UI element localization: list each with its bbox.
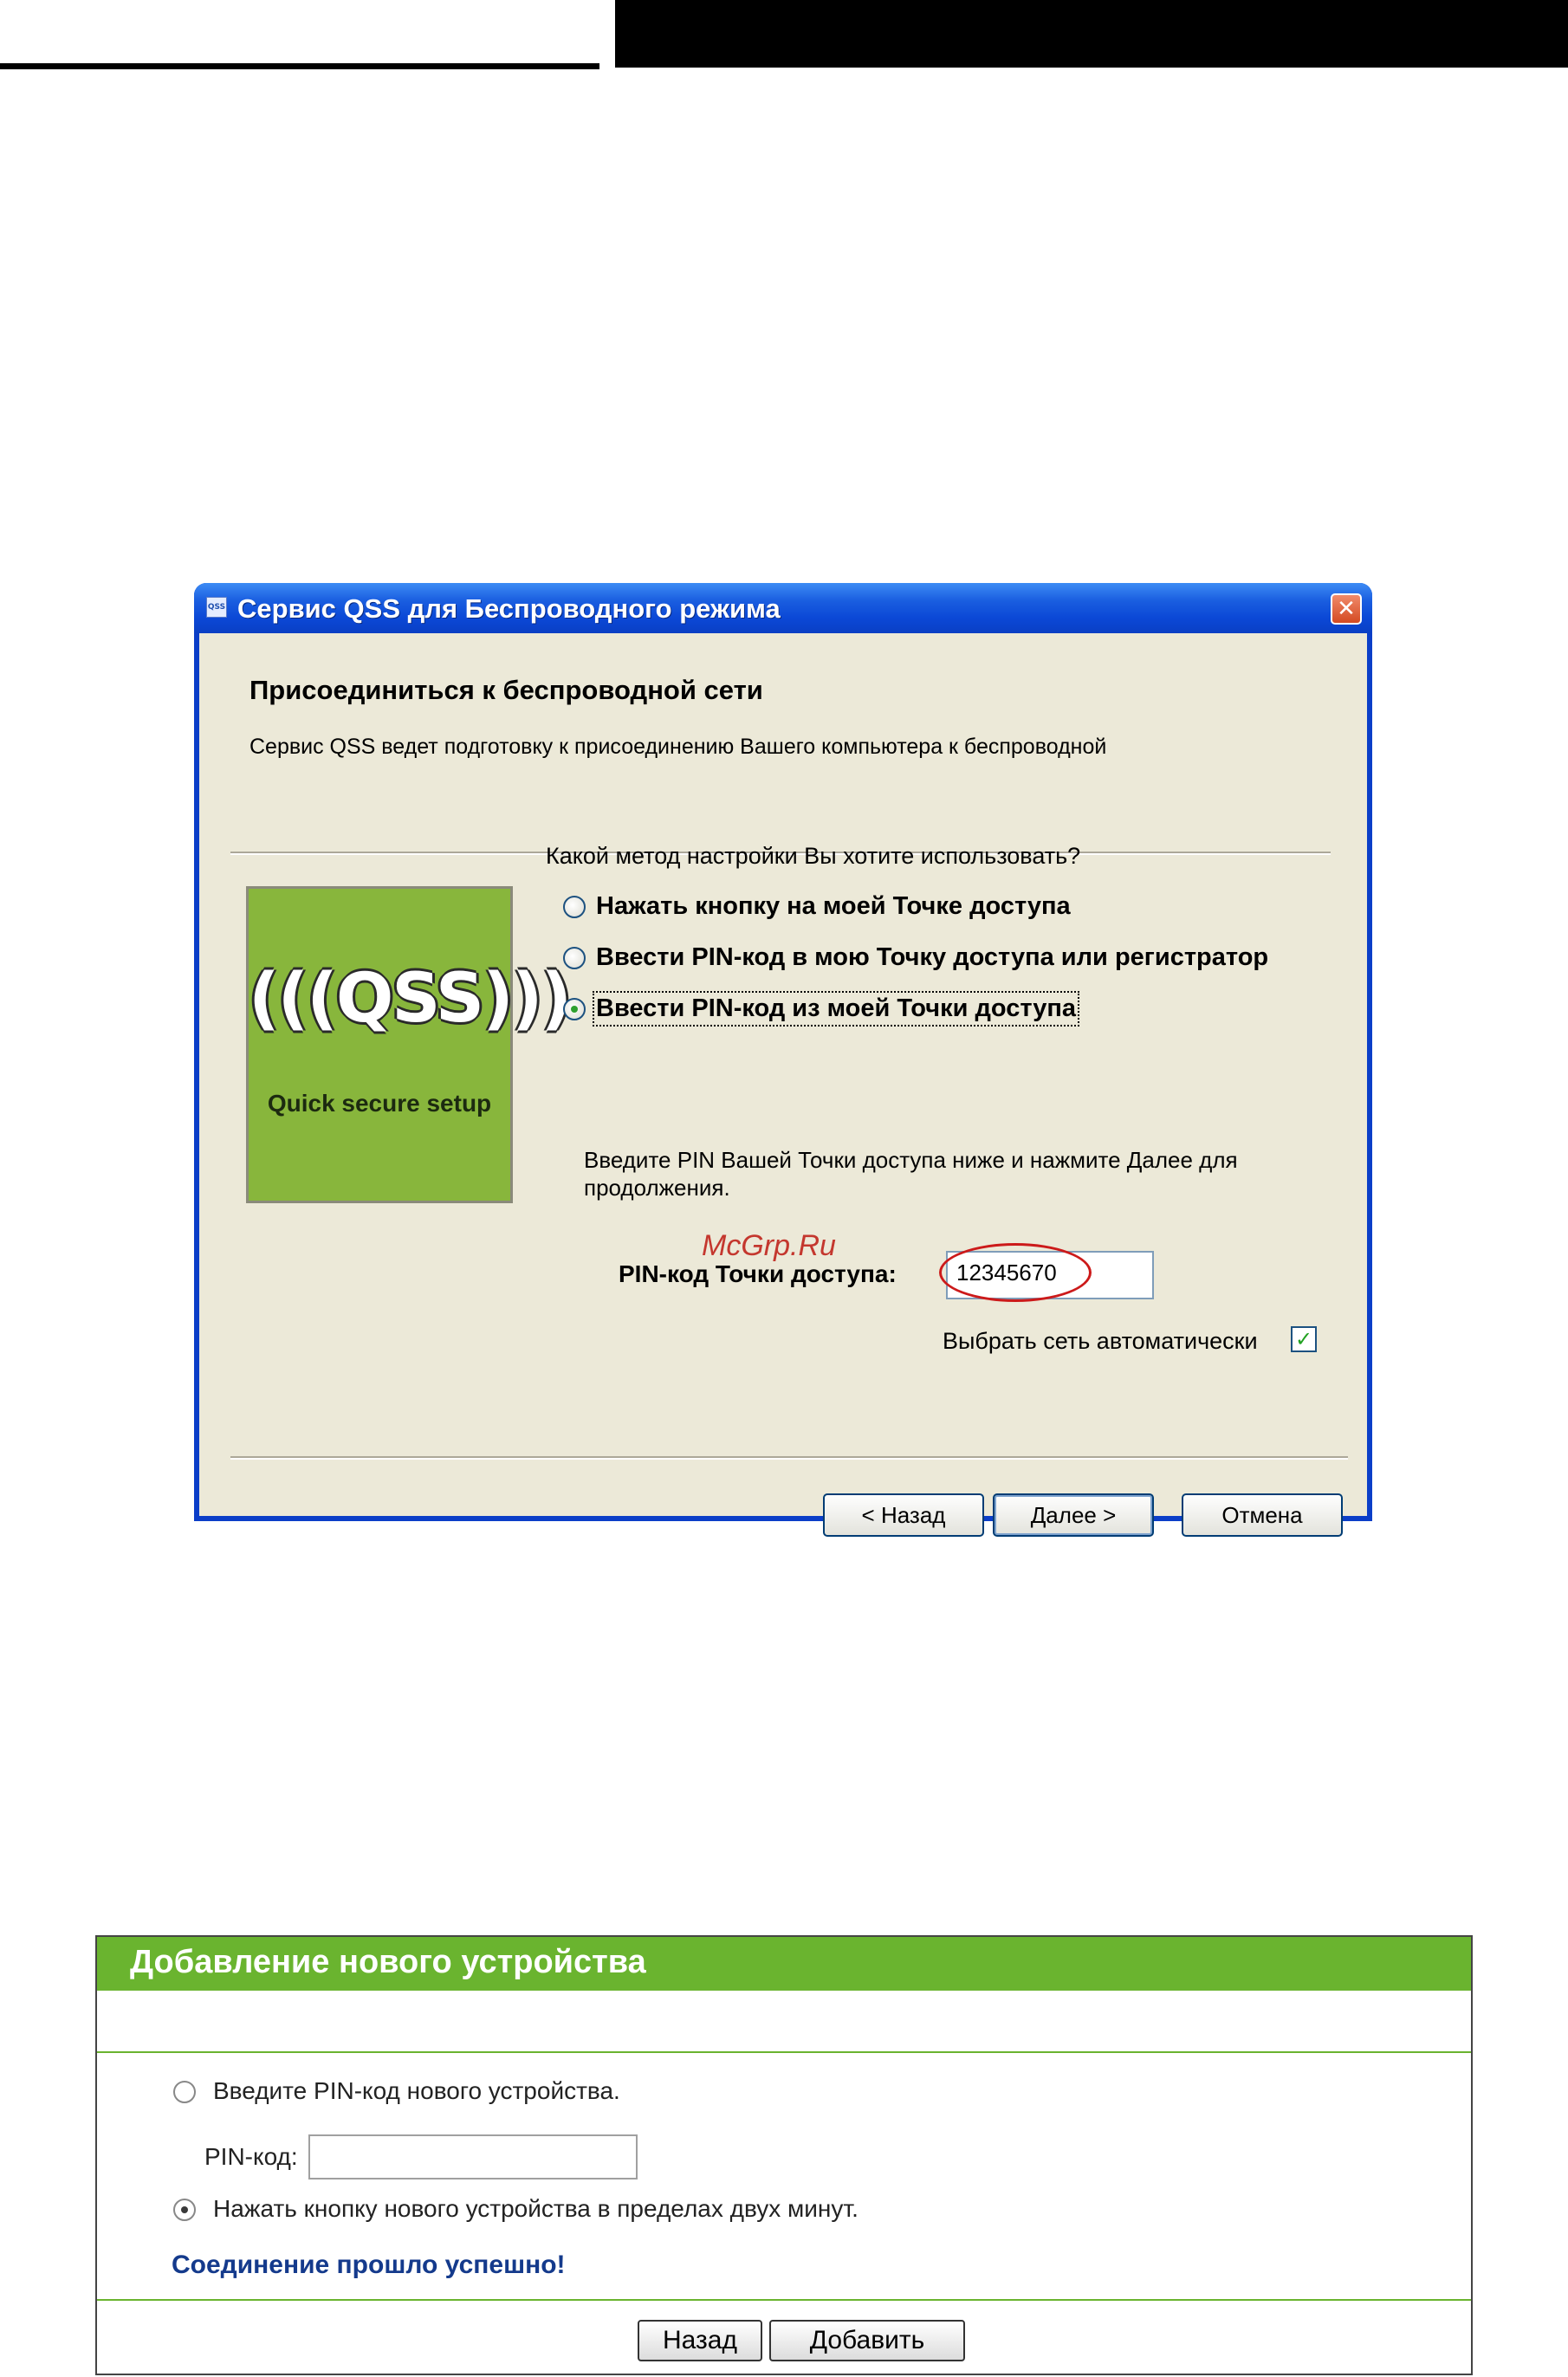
option-push-button-label[interactable]: Нажать кнопку на моей Точке доступа — [596, 892, 1071, 921]
wizard-description: Сервис QSS ведет подготовку к присоедине… — [249, 735, 1107, 759]
panel-divider-bottom — [97, 2299, 1471, 2301]
dialog-body: Присоединиться к беспроводной сети Серви… — [199, 633, 1367, 1537]
pin-hint: Введите PIN Вашей Точки доступа ниже и н… — [584, 1147, 1238, 1201]
next-button[interactable]: Далее > — [993, 1493, 1154, 1537]
qss-app-icon: QSS — [206, 597, 227, 618]
option-enter-pin-into-ap-label[interactable]: Ввести PIN-код в мою Точку доступа или р… — [596, 943, 1268, 972]
auto-select-label: Выбрать сеть автоматически — [943, 1328, 1258, 1354]
add-device-panel: Добавление нового устройства Введите PIN… — [95, 1935, 1473, 2375]
panel-back-button[interactable]: Назад — [638, 2320, 762, 2361]
footer-separator — [230, 1456, 1348, 1460]
back-button[interactable]: < Назад — [823, 1493, 984, 1537]
add-button[interactable]: Добавить — [769, 2320, 965, 2361]
header-band — [615, 0, 1568, 68]
connection-success-message: Соединение прошло успешно! — [172, 2251, 566, 2279]
cancel-button[interactable]: Отмена — [1182, 1493, 1343, 1537]
radio-enter-device-pin[interactable] — [173, 2081, 196, 2103]
qss-dialog-window: QSS Сервис QSS для Беспроводного режима … — [194, 583, 1372, 1537]
radio-enter-pin-into-ap[interactable] — [563, 947, 586, 969]
option-push-device-button-label: Нажать кнопку нового устройства в предел… — [213, 2195, 859, 2222]
wizard-header: Присоединиться к беспроводной сети Серви… — [199, 633, 1367, 806]
dialog-titlebar[interactable]: QSS Сервис QSS для Беспроводного режима … — [194, 583, 1372, 633]
device-pin-label: PIN-код: — [204, 2143, 298, 2170]
device-pin-input[interactable] — [308, 2134, 638, 2179]
dialog-title: Сервис QSS для Беспроводного режима — [237, 593, 781, 624]
auto-select-checkbox[interactable]: ✓ — [1291, 1326, 1317, 1352]
radio-push-device-button[interactable] — [173, 2199, 196, 2221]
close-icon[interactable]: ✕ — [1331, 593, 1362, 625]
qss-logo-word: (((QSS))) — [249, 960, 572, 1038]
radio-push-button[interactable] — [563, 896, 586, 918]
panel-header: Добавление нового устройства — [97, 1937, 1471, 1991]
header-rule — [0, 63, 599, 69]
qss-logo-caption: Quick secure setup — [267, 1090, 492, 1117]
qss-logo: (((QSS))) Quick secure setup — [246, 886, 572, 1203]
panel-divider-top — [97, 2051, 1471, 2053]
radio-enter-pin-from-ap[interactable] — [563, 998, 586, 1020]
ap-pin-label: PIN-код Точки доступа: — [619, 1260, 897, 1287]
panel-title: Добавление нового устройства — [130, 1944, 646, 1980]
ap-pin-input[interactable]: 12345670 — [946, 1251, 1154, 1299]
method-question: Какой метод настройки Вы хотите использо… — [546, 843, 1081, 869]
option-enter-device-pin-label: Введите PIN-код нового устройства. — [213, 2077, 620, 2104]
option-enter-pin-from-ap-label[interactable]: Ввести PIN-код из моей Точки доступа — [592, 991, 1080, 1027]
watermark: McGrp.Ru — [702, 1229, 836, 1262]
wizard-heading: Присоединиться к беспроводной сети — [249, 675, 763, 705]
